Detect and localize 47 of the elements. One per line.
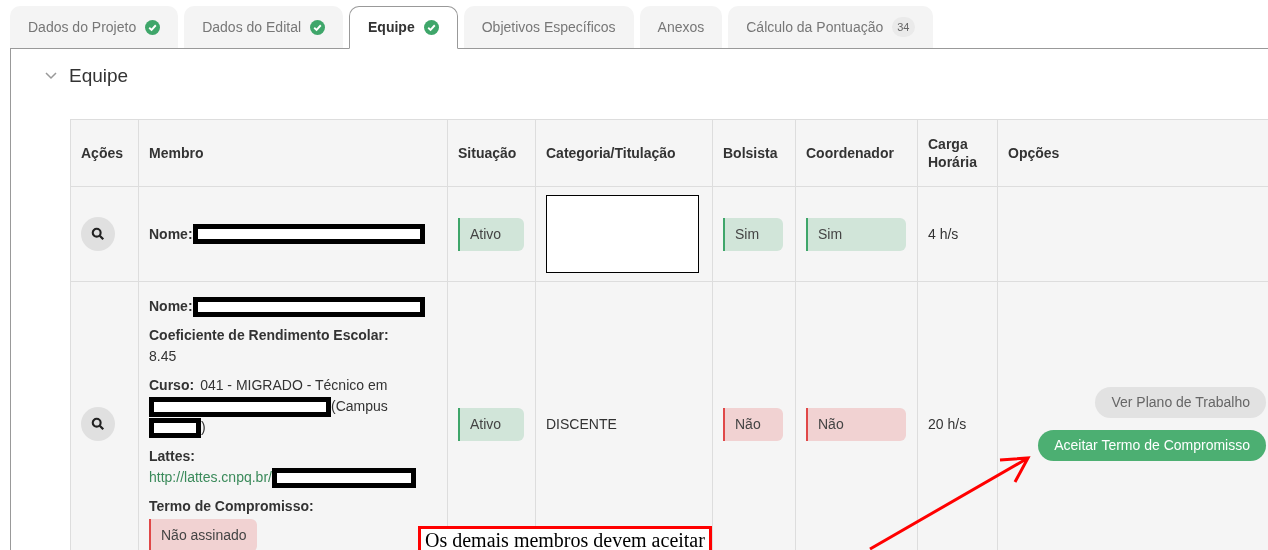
- section-title: Equipe: [69, 63, 129, 88]
- search-button[interactable]: [81, 217, 115, 251]
- column-header: Situação: [447, 119, 536, 187]
- accept-button[interactable]: Aceitar Termo de Compromisso: [1038, 430, 1266, 461]
- field-label: Curso:: [149, 376, 195, 395]
- tab[interactable]: Cálculo da Pontuação 34: [728, 6, 933, 48]
- count-badge: 34: [892, 16, 915, 38]
- tab[interactable]: Anexos: [639, 6, 723, 48]
- annotation-callout: Os demais membros devem aceitar: [418, 526, 712, 550]
- field-label: Coeficiente de Rendimento Escolar:: [149, 326, 390, 345]
- check-icon: [423, 20, 439, 35]
- field-label: Nome:: [149, 224, 193, 244]
- status-tag: Não: [806, 407, 906, 441]
- lattes-link[interactable]: http://lattes.cnpq.br/: [149, 467, 272, 488]
- status-tag: Não assinado: [149, 519, 257, 550]
- status-tag: Não: [723, 407, 783, 441]
- check-icon: [310, 19, 326, 35]
- view-plan-button[interactable]: Ver Plano de Trabalho: [1095, 387, 1266, 418]
- search-button[interactable]: [81, 407, 115, 441]
- table-cell: 4 h/s: [928, 225, 959, 242]
- column-header: Carga Horária: [917, 119, 998, 187]
- column-header: Opções: [997, 119, 1268, 187]
- column-header: Categoria/Titulação: [535, 119, 713, 187]
- field-value: 8.45: [149, 347, 178, 366]
- field-label: Lattes:: [149, 447, 196, 466]
- search-icon: [91, 417, 105, 431]
- tab[interactable]: Dados do Projeto: [10, 6, 179, 48]
- status-tag: Sim: [806, 217, 906, 251]
- table-cell: 20 h/s: [928, 415, 967, 432]
- tab[interactable]: Objetivos Específicos: [463, 6, 634, 48]
- status-tag: Ativo: [458, 407, 524, 441]
- field-value: (Campus: [331, 397, 388, 416]
- status-tag: Sim: [723, 217, 783, 251]
- field-value: 041 - MIGRADO - Técnico em: [200, 376, 388, 395]
- check-icon: [145, 19, 161, 35]
- column-header: Ações: [70, 119, 139, 187]
- status-tag: Ativo: [458, 217, 524, 251]
- tab[interactable]: Dados do Edital: [184, 6, 344, 48]
- tab[interactable]: Equipe: [349, 6, 458, 49]
- field-label: Nome:: [149, 297, 193, 316]
- column-header: Bolsista: [712, 119, 796, 187]
- search-icon: [91, 227, 105, 241]
- field-label: Termo de Compromisso:: [149, 497, 314, 516]
- table-cell: DISCENTE: [546, 415, 617, 432]
- field-value: ): [201, 418, 206, 437]
- column-header: Membro: [138, 119, 448, 187]
- column-header: Coordenador: [795, 119, 918, 187]
